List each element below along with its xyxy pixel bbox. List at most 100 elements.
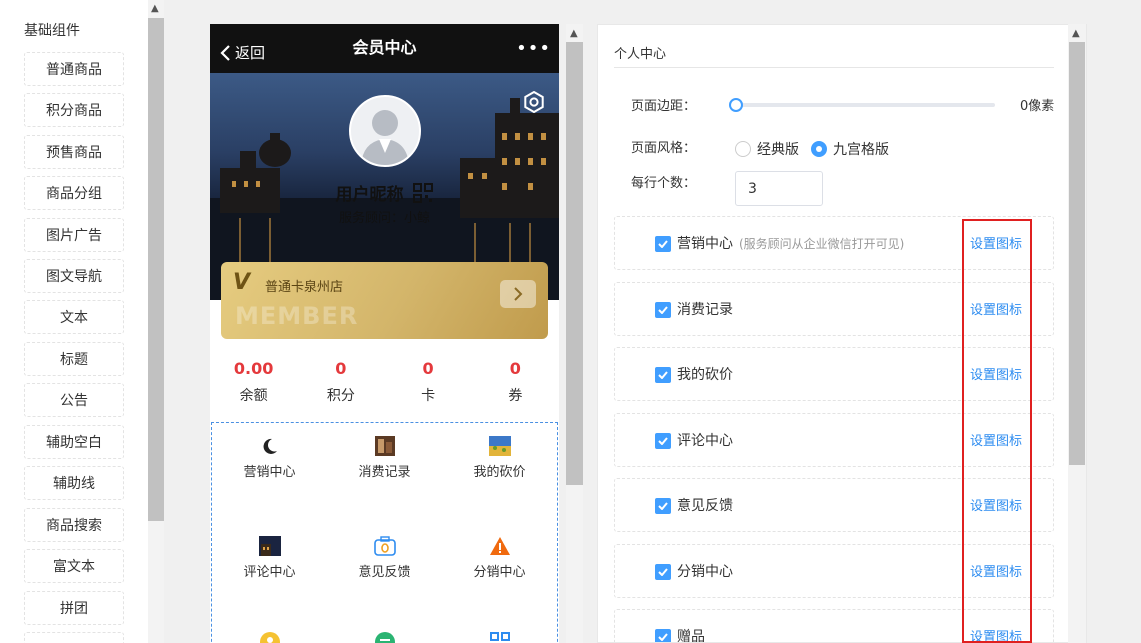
component-item[interactable]: 积分商品: [24, 93, 124, 127]
member-card[interactable]: V 普通卡泉州店 MEMBER: [221, 262, 548, 339]
scroll-up-icon[interactable]: ▲: [1072, 28, 1080, 39]
component-item[interactable]: 标题: [24, 342, 124, 376]
checkbox-checked[interactable]: [655, 367, 671, 383]
grid-item-label: 消费记录: [358, 465, 411, 480]
preview-scrollbar[interactable]: ▲: [566, 24, 583, 643]
more-icon[interactable]: •••: [516, 38, 551, 59]
grid-item[interactable]: 分销中心: [442, 535, 557, 580]
check-icon: [658, 502, 668, 510]
stat-cards[interactable]: 0卡: [385, 349, 472, 419]
avatar[interactable]: [349, 95, 421, 167]
checkbox-checked[interactable]: [655, 498, 671, 514]
checkbox-checked[interactable]: [655, 433, 671, 449]
component-item[interactable]: 普通商品: [24, 52, 124, 86]
moon-icon: [263, 438, 277, 454]
component-item[interactable]: 公告: [24, 383, 124, 417]
check-icon: [658, 306, 668, 314]
slider-handle[interactable]: [729, 98, 743, 112]
margin-value: 0像素: [1020, 99, 1055, 114]
user-avatar-icon: [361, 110, 409, 165]
style-label: 页面风格：: [631, 141, 697, 156]
margin-label: 页面边距：: [631, 99, 697, 114]
highlight-box: [962, 219, 1032, 643]
component-item[interactable]: 图片广告: [24, 218, 124, 252]
radio-grid[interactable]: 九宫格版: [811, 139, 889, 159]
menu-item-text: 营销中心: [677, 236, 733, 252]
component-item[interactable]: [24, 632, 124, 643]
card-logo: V: [233, 270, 251, 295]
stat-balance[interactable]: 0.00 余额: [210, 349, 297, 419]
component-item[interactable]: 富文本: [24, 549, 124, 583]
component-item[interactable]: 商品分组: [24, 176, 124, 210]
scrollbar-thumb[interactable]: [566, 42, 583, 485]
checkbox-checked[interactable]: [655, 236, 671, 252]
card-name: 普通卡泉州店: [265, 280, 344, 295]
menu-item-name: 营销中心 (服务顾问从企业微信打开可见): [677, 233, 904, 253]
radio-circle[interactable]: [735, 141, 751, 157]
check-icon: [658, 371, 668, 379]
location-icon: [259, 632, 280, 643]
checkbox-checked[interactable]: [655, 629, 671, 642]
card-watermark: MEMBER: [235, 302, 359, 330]
photo-icon: [258, 536, 281, 556]
advisor-text: 服务顾问：小鲸: [338, 211, 430, 226]
scroll-up-icon[interactable]: ▲: [151, 3, 159, 14]
menu-item-note: (服务顾问从企业微信打开可见): [739, 237, 905, 251]
grid-item-label: 分销中心: [473, 565, 526, 580]
grid-item[interactable]: 评论中心: [212, 535, 327, 580]
account-stats: 0.00 余额 0 积分 0卡 0券: [210, 349, 559, 419]
margin-slider[interactable]: [729, 98, 995, 112]
grid-item[interactable]: [212, 631, 327, 643]
grid-item[interactable]: 营销中心: [212, 435, 327, 480]
component-item[interactable]: 图文导航: [24, 259, 124, 293]
stat-coupons[interactable]: 0券: [472, 349, 559, 419]
radio-classic[interactable]: 经典版: [735, 139, 799, 159]
scrollbar-thumb[interactable]: [1069, 42, 1085, 465]
qr-code-icon[interactable]: [413, 183, 434, 203]
menu-item-name: 赠品: [677, 629, 705, 643]
username: 用户昵称: [210, 180, 559, 205]
component-sidebar: 基础组件 普通商品 积分商品 预售商品 商品分组 图片广告 图文导航 文本 标题…: [0, 0, 148, 643]
component-item[interactable]: 商品搜索: [24, 508, 124, 542]
grid-item[interactable]: 意见反馈: [327, 535, 442, 580]
photo-icon: [488, 436, 511, 456]
grid-item[interactable]: [442, 631, 557, 643]
sidebar-title: 基础组件: [24, 23, 80, 39]
component-item[interactable]: 辅助线: [24, 466, 124, 500]
sidebar-scrollbar[interactable]: ▲: [148, 0, 164, 643]
grid-item-label: 营销中心: [243, 465, 296, 480]
stat-points[interactable]: 0 积分: [297, 349, 384, 419]
photo-icon: [374, 436, 395, 456]
checkbox-checked[interactable]: [655, 564, 671, 580]
scroll-up-icon[interactable]: ▲: [570, 28, 578, 39]
radio-circle-selected[interactable]: [811, 141, 827, 157]
component-item[interactable]: 辅助空白: [24, 425, 124, 459]
grid-item[interactable]: 消费记录: [327, 435, 442, 480]
grid-item[interactable]: 我的砍价: [442, 435, 557, 480]
component-item[interactable]: 拼团: [24, 591, 124, 625]
per-row-input[interactable]: [735, 171, 823, 206]
settings-gear-icon[interactable]: [523, 90, 545, 117]
page-title: 会员中心: [352, 38, 417, 57]
panel-title: 个人中心: [614, 47, 667, 62]
phone-preview: 返回 会员中心 ••• 用户昵称 服务顾问：小鲸 V 普通卡泉州店 MEMBER…: [210, 24, 559, 643]
card-arrow-button[interactable]: [500, 280, 536, 308]
panel-scrollbar[interactable]: ▲: [1068, 24, 1086, 643]
function-grid[interactable]: 营销中心 消费记录 我的砍价 评论中心 意见反馈 分销中心: [211, 422, 558, 643]
scrollbar-thumb[interactable]: [148, 18, 164, 521]
radio-label: 经典版: [757, 142, 799, 158]
checkbox-checked[interactable]: [655, 302, 671, 318]
per-row-label: 每行个数：: [631, 176, 697, 191]
warning-icon: [489, 537, 510, 555]
grid-item[interactable]: [327, 631, 442, 643]
component-item[interactable]: 文本: [24, 300, 124, 334]
stat-value: 0: [422, 359, 434, 378]
menu-item-name: 意见反馈: [677, 498, 733, 514]
check-icon: [658, 633, 668, 641]
grid-icon: [489, 632, 510, 641]
stat-label: 券: [508, 388, 523, 404]
divider: [614, 67, 1054, 68]
chevron-right-icon: [514, 287, 523, 301]
component-item[interactable]: 预售商品: [24, 135, 124, 169]
check-icon: [658, 437, 668, 445]
